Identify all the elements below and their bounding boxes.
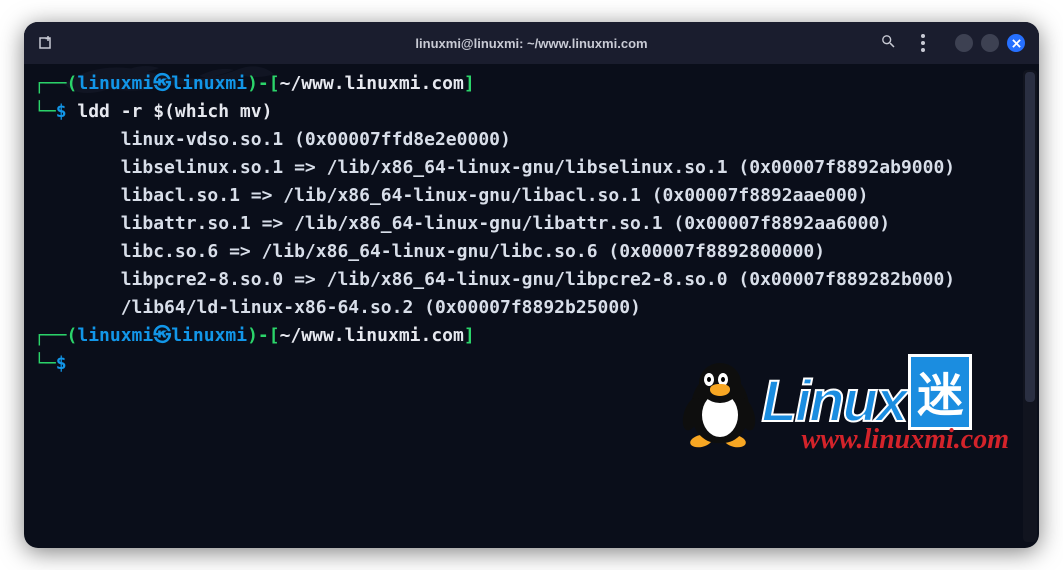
minimize-button[interactable] <box>955 34 973 52</box>
output-line: libselinux.so.1 => /lib/x86_64-linux-gnu… <box>34 157 955 178</box>
output-line: linux-vdso.so.1 (0x00007ffd8e2e0000) <box>34 129 511 150</box>
output-line: libattr.so.1 => /lib/x86_64-linux-gnu/li… <box>34 213 890 234</box>
output-line: libacl.so.1 => /lib/x86_64-linux-gnu/lib… <box>34 185 868 206</box>
watermark-url: www.linuxmi.com <box>802 424 1009 456</box>
window-title: linuxmi@linuxmi: ~/www.linuxmi.com <box>415 36 647 51</box>
output-line: /lib64/ld-linux-x86-64.so.2 (0x00007f889… <box>34 297 641 318</box>
terminal-output: ┌──(linuxmi㉿linuxmi)-[~/www.linuxmi.com]… <box>34 70 1029 378</box>
prompt-dollar: $ <box>56 101 67 122</box>
prompt-user: linuxmi <box>77 73 153 94</box>
command-text: ldd -r $(which mv) <box>77 101 272 122</box>
prompt-path: ~/www.linuxmi.com <box>280 73 464 94</box>
watermark-brand: Linux <box>762 376 907 428</box>
close-button[interactable] <box>1007 34 1025 52</box>
kebab-menu-icon[interactable] <box>915 34 931 52</box>
maximize-button[interactable] <box>981 34 999 52</box>
terminal-body[interactable]: ┌──(linuxmi㉿linuxmi)-[~/www.linuxmi.com]… <box>24 64 1039 548</box>
prompt-corner: ┌── <box>34 73 67 94</box>
prompt-host: linuxmi <box>171 73 247 94</box>
new-tab-icon[interactable] <box>38 35 54 51</box>
search-icon[interactable] <box>880 33 897 54</box>
output-line: libc.so.6 => /lib/x86_64-linux-gnu/libc.… <box>34 241 825 262</box>
terminal-window: linuxmi@linuxmi: ~/www.linuxmi.com ┌──(l… <box>24 22 1039 548</box>
output-line: libpcre2-8.so.0 => /lib/x86_64-linux-gnu… <box>34 269 955 290</box>
